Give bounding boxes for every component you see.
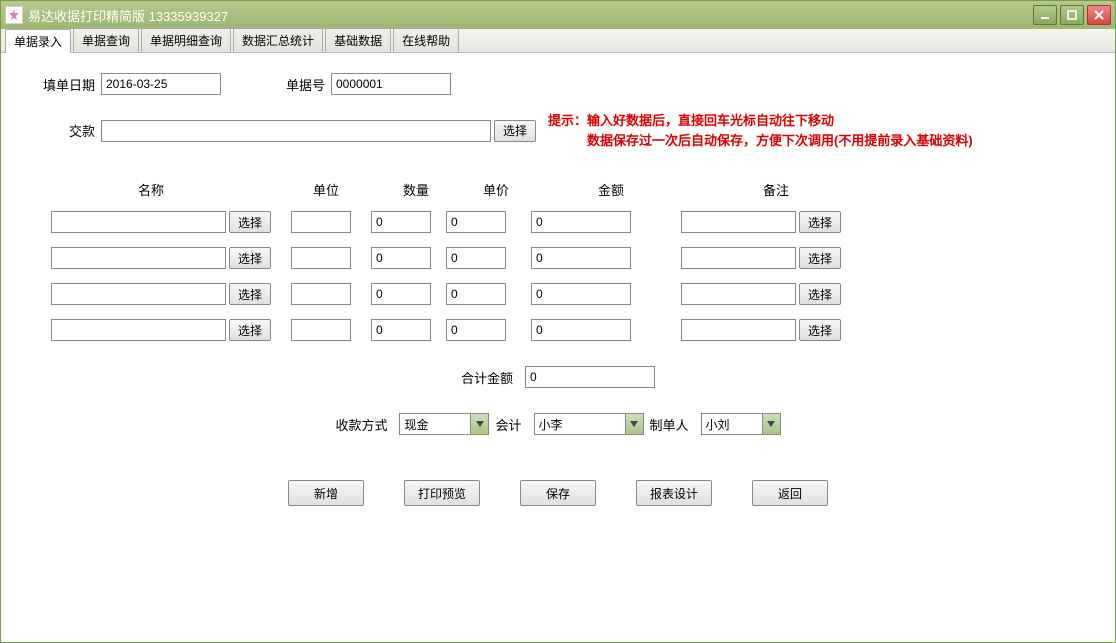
remark-select-button[interactable]: 选择 bbox=[799, 283, 841, 305]
creator-combo[interactable] bbox=[701, 413, 781, 435]
close-button[interactable] bbox=[1087, 5, 1111, 25]
back-button[interactable]: 返回 bbox=[752, 480, 828, 506]
price-input[interactable] bbox=[446, 319, 506, 341]
date-input[interactable] bbox=[101, 73, 221, 95]
total-label: 合计金额 bbox=[461, 368, 519, 387]
price-input[interactable] bbox=[446, 247, 506, 269]
hint-prefix: 提示： bbox=[548, 113, 587, 128]
amount-input[interactable] bbox=[531, 283, 631, 305]
remark-input[interactable] bbox=[681, 211, 796, 233]
name-select-button[interactable]: 选择 bbox=[229, 247, 271, 269]
unit-input[interactable] bbox=[291, 319, 351, 341]
data-rows: 选择选择选择选择选择选择选择选择 bbox=[31, 211, 1085, 341]
price-input[interactable] bbox=[446, 283, 506, 305]
col-price: 单价 bbox=[461, 180, 531, 199]
col-name: 名称 bbox=[51, 180, 251, 199]
unit-input[interactable] bbox=[291, 247, 351, 269]
total-input[interactable] bbox=[525, 366, 655, 388]
preview-button[interactable]: 打印预览 bbox=[404, 480, 480, 506]
new-button[interactable]: 新增 bbox=[288, 480, 364, 506]
qty-input[interactable] bbox=[371, 283, 431, 305]
payer-select-button[interactable]: 选择 bbox=[494, 120, 536, 142]
name-select-button[interactable]: 选择 bbox=[229, 319, 271, 341]
app-icon bbox=[5, 6, 23, 24]
tab-2[interactable]: 单据明细查询 bbox=[141, 28, 231, 52]
accountant-combo[interactable] bbox=[534, 413, 644, 435]
titlebar: 易达收据打印精简版 13335939327 bbox=[1, 1, 1115, 29]
col-amount: 金额 bbox=[561, 180, 661, 199]
bill-no-label: 单据号 bbox=[251, 75, 331, 94]
table-row: 选择 选择 bbox=[31, 319, 1085, 341]
tab-0[interactable]: 单据录入 bbox=[5, 29, 71, 53]
amount-input[interactable] bbox=[531, 211, 631, 233]
qty-input[interactable] bbox=[371, 247, 431, 269]
chevron-down-icon[interactable] bbox=[762, 414, 780, 434]
name-input[interactable] bbox=[51, 247, 226, 269]
date-label: 填单日期 bbox=[31, 75, 101, 94]
pay-method-input[interactable] bbox=[400, 414, 470, 434]
creator-label: 制单人 bbox=[650, 415, 695, 434]
main-window: 易达收据打印精简版 13335939327 单据录入单据查询单据明细查询数据汇总… bbox=[0, 0, 1116, 643]
remark-select-button[interactable]: 选择 bbox=[799, 319, 841, 341]
remark-input[interactable] bbox=[681, 283, 796, 305]
minimize-button[interactable] bbox=[1033, 5, 1057, 25]
unit-input[interactable] bbox=[291, 283, 351, 305]
table-row: 选择 选择 bbox=[31, 247, 1085, 269]
name-select-button[interactable]: 选择 bbox=[229, 211, 271, 233]
qty-input[interactable] bbox=[371, 319, 431, 341]
accountant-input[interactable] bbox=[535, 414, 625, 434]
qty-input[interactable] bbox=[371, 211, 431, 233]
name-input[interactable] bbox=[51, 211, 226, 233]
name-select-button[interactable]: 选择 bbox=[229, 283, 271, 305]
hint-text: 提示：输入好数据后，直接回车光标自动往下移动 提示：数据保存过一次后自动保存，方… bbox=[548, 111, 973, 150]
bill-no-input[interactable] bbox=[331, 73, 451, 95]
chevron-down-icon[interactable] bbox=[470, 414, 488, 434]
window-title: 易达收据打印精简版 13335939327 bbox=[28, 6, 1033, 25]
price-input[interactable] bbox=[446, 211, 506, 233]
remark-input[interactable] bbox=[681, 247, 796, 269]
pay-method-combo[interactable] bbox=[399, 413, 489, 435]
maximize-button[interactable] bbox=[1060, 5, 1084, 25]
content-area: 填单日期 单据号 交款 选择 提示：输入好数据后，直接回车光标自动往下移动 提示… bbox=[1, 53, 1115, 526]
pay-method-label: 收款方式 bbox=[335, 415, 393, 434]
remark-select-button[interactable]: 选择 bbox=[799, 211, 841, 233]
remark-select-button[interactable]: 选择 bbox=[799, 247, 841, 269]
tab-bar: 单据录入单据查询单据明细查询数据汇总统计基础数据在线帮助 bbox=[1, 29, 1115, 53]
chevron-down-icon[interactable] bbox=[625, 414, 643, 434]
tab-4[interactable]: 基础数据 bbox=[325, 28, 391, 52]
hint-line1: 输入好数据后，直接回车光标自动往下移动 bbox=[587, 113, 834, 128]
col-remark: 备注 bbox=[711, 180, 841, 199]
table-row: 选择 选择 bbox=[31, 211, 1085, 233]
col-qty: 数量 bbox=[381, 180, 451, 199]
col-unit: 单位 bbox=[291, 180, 361, 199]
hint-line2: 数据保存过一次后自动保存，方便下次调用(不用提前录入基础资料) bbox=[587, 133, 973, 148]
payer-label: 交款 bbox=[31, 121, 101, 140]
save-button[interactable]: 保存 bbox=[520, 480, 596, 506]
report-button[interactable]: 报表设计 bbox=[636, 480, 712, 506]
tab-3[interactable]: 数据汇总统计 bbox=[233, 28, 323, 52]
unit-input[interactable] bbox=[291, 211, 351, 233]
table-row: 选择 选择 bbox=[31, 283, 1085, 305]
name-input[interactable] bbox=[51, 319, 226, 341]
payer-input[interactable] bbox=[101, 120, 491, 142]
name-input[interactable] bbox=[51, 283, 226, 305]
tab-5[interactable]: 在线帮助 bbox=[393, 28, 459, 52]
tab-1[interactable]: 单据查询 bbox=[73, 28, 139, 52]
table-header: 名称 单位 数量 单价 金额 备注 bbox=[31, 180, 1085, 199]
remark-input[interactable] bbox=[681, 319, 796, 341]
amount-input[interactable] bbox=[531, 319, 631, 341]
accountant-label: 会计 bbox=[495, 415, 527, 434]
creator-input[interactable] bbox=[702, 414, 762, 434]
amount-input[interactable] bbox=[531, 247, 631, 269]
